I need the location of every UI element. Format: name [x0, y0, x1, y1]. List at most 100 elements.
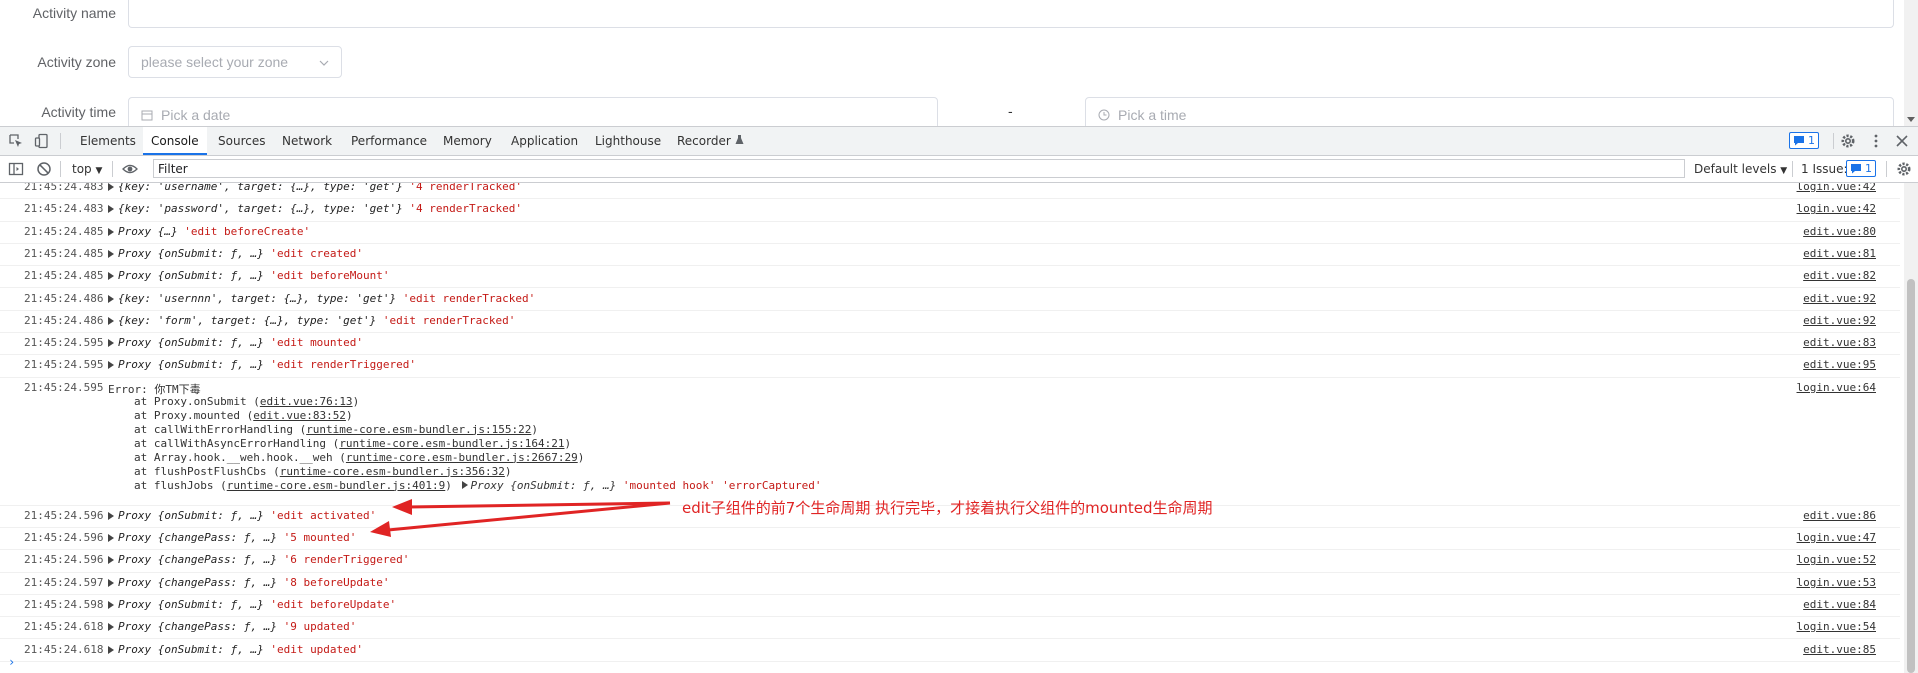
- eye-icon[interactable]: [122, 161, 138, 177]
- log-message[interactable]: Proxy {onSubmit: ƒ, …} 'edit beforeMount…: [108, 269, 390, 282]
- more-options-icon[interactable]: [1868, 133, 1884, 149]
- expand-triangle-icon[interactable]: [108, 249, 114, 258]
- log-message[interactable]: Proxy {onSubmit: ƒ, …} 'edit mounted': [108, 336, 363, 349]
- log-source-link[interactable]: edit.vue:82: [1803, 269, 1876, 282]
- log-object[interactable]: Proxy {onSubmit: ƒ, …}: [118, 643, 264, 656]
- log-object[interactable]: Proxy {onSubmit: ƒ, …}: [118, 247, 264, 260]
- activity-zone-select[interactable]: please select your zone: [128, 46, 342, 78]
- log-source-link[interactable]: edit.vue:95: [1803, 358, 1876, 371]
- log-message[interactable]: Proxy {onSubmit: ƒ, …} 'edit renderTrigg…: [108, 358, 416, 371]
- log-source-link[interactable]: edit.vue:80: [1803, 225, 1876, 238]
- log-object[interactable]: Proxy {onSubmit: ƒ, …}: [118, 336, 264, 349]
- log-message[interactable]: {key: 'usernnn', target: {…}, type: 'get…: [108, 292, 535, 305]
- date-picker-input[interactable]: Pick a date: [128, 97, 938, 126]
- log-levels-dropdown[interactable]: Default levels ▼: [1694, 156, 1787, 182]
- log-message[interactable]: Proxy {onSubmit: ƒ, …} 'edit beforeUpdat…: [108, 598, 396, 611]
- log-message[interactable]: Proxy {changePass: ƒ, …} '5 mounted': [108, 531, 356, 544]
- log-object[interactable]: Proxy {changePass: ƒ, …}: [118, 531, 277, 544]
- expand-triangle-icon[interactable]: [108, 645, 114, 654]
- log-object[interactable]: {key: 'usernnn', target: {…}, type: 'get…: [118, 292, 396, 305]
- log-object[interactable]: Proxy {changePass: ƒ, …}: [118, 576, 277, 589]
- log-message[interactable]: Proxy {onSubmit: ƒ, …} 'edit activated': [108, 509, 376, 522]
- expand-triangle-icon[interactable]: [108, 600, 114, 609]
- expand-triangle-icon[interactable]: [108, 339, 114, 348]
- log-source-link[interactable]: edit.vue:92: [1803, 292, 1876, 305]
- scrollbar-thumb[interactable]: [1907, 279, 1915, 673]
- tab-sources[interactable]: Sources: [218, 127, 265, 155]
- issues-link[interactable]: 1 Issue:: [1801, 156, 1848, 182]
- log-message[interactable]: {key: 'username', target: {…}, type: 'ge…: [108, 183, 522, 193]
- log-object[interactable]: Proxy {onSubmit: ƒ, …}: [118, 598, 264, 611]
- expand-triangle-icon[interactable]: [108, 556, 114, 565]
- tab-console[interactable]: Console: [143, 127, 207, 155]
- log-object[interactable]: Proxy {changePass: ƒ, …}: [118, 620, 277, 633]
- log-message[interactable]: {key: 'form', target: {…}, type: 'get'} …: [108, 314, 515, 327]
- expand-triangle-icon[interactable]: [108, 316, 114, 325]
- expand-triangle-icon[interactable]: [108, 534, 114, 542]
- expand-triangle-icon[interactable]: [108, 511, 114, 520]
- tab-memory[interactable]: Memory: [443, 127, 492, 155]
- expand-triangle-icon[interactable]: [461, 480, 468, 489]
- log-source-link[interactable]: edit.vue:86: [1803, 509, 1876, 522]
- expand-triangle-icon[interactable]: [108, 294, 114, 303]
- log-object[interactable]: {key: 'password', target: {…}, type: 'ge…: [118, 202, 403, 215]
- stack-frame-link[interactable]: runtime-core.esm-bundler.js:356:32: [280, 465, 505, 478]
- log-message[interactable]: Proxy {changePass: ƒ, …} '6 renderTrigge…: [108, 553, 409, 566]
- log-object[interactable]: Proxy {…}: [118, 225, 178, 238]
- log-message[interactable]: Proxy {…} 'edit beforeCreate': [108, 225, 310, 238]
- issues-badge[interactable]: 1: [1846, 160, 1876, 177]
- log-source-link[interactable]: login.vue:64: [1797, 381, 1876, 394]
- tab-performance[interactable]: Performance: [351, 127, 427, 155]
- log-source-link[interactable]: edit.vue:81: [1803, 247, 1876, 260]
- log-source-link[interactable]: login.vue:42: [1797, 202, 1876, 215]
- stack-frame-link[interactable]: runtime-core.esm-bundler.js:155:22: [306, 423, 531, 436]
- context-selector[interactable]: top ▼: [72, 156, 102, 182]
- log-source-link[interactable]: edit.vue:92: [1803, 314, 1876, 327]
- inspect-element-icon[interactable]: [8, 133, 24, 149]
- close-icon[interactable]: [1894, 133, 1910, 149]
- log-source-link[interactable]: login.vue:42: [1797, 183, 1876, 193]
- log-source-link[interactable]: login.vue:52: [1797, 553, 1876, 566]
- log-source-link[interactable]: login.vue:47: [1797, 531, 1876, 544]
- log-message[interactable]: Proxy {onSubmit: ƒ, …} 'edit updated': [108, 643, 363, 656]
- console-prompt[interactable]: ›: [8, 655, 15, 669]
- log-object[interactable]: Proxy {onSubmit: ƒ, …}: [118, 509, 264, 522]
- log-source-link[interactable]: edit.vue:83: [1803, 336, 1876, 349]
- clear-console-icon[interactable]: [36, 161, 52, 177]
- stack-frame-link[interactable]: runtime-core.esm-bundler.js:164:21: [339, 437, 564, 450]
- expand-triangle-icon[interactable]: [108, 578, 114, 587]
- log-object[interactable]: {key: 'form', target: {…}, type: 'get'}: [118, 314, 376, 327]
- sidebar-toggle-icon[interactable]: [8, 161, 24, 177]
- log-source-link[interactable]: edit.vue:85: [1803, 643, 1876, 656]
- device-toolbar-icon[interactable]: [34, 133, 50, 149]
- page-scrollbar[interactable]: [1904, 0, 1918, 126]
- log-object[interactable]: Proxy {changePass: ƒ, …}: [118, 553, 277, 566]
- tab-recorder[interactable]: Recorder: [677, 127, 744, 155]
- messages-badge[interactable]: 1: [1789, 132, 1819, 149]
- stack-frame-link[interactable]: edit.vue:83:52: [253, 409, 346, 422]
- log-object[interactable]: {key: 'username', target: {…}, type: 'ge…: [118, 183, 403, 193]
- tab-elements[interactable]: Elements: [80, 127, 136, 155]
- log-object[interactable]: Proxy {onSubmit: ƒ, …}: [118, 269, 264, 282]
- gear-icon[interactable]: [1840, 133, 1856, 149]
- tab-network[interactable]: Network: [282, 127, 332, 155]
- tab-lighthouse[interactable]: Lighthouse: [595, 127, 661, 155]
- log-source-link[interactable]: edit.vue:84: [1803, 598, 1876, 611]
- time-picker-input[interactable]: Pick a time: [1085, 97, 1894, 126]
- expand-triangle-icon[interactable]: [108, 205, 114, 214]
- log-message[interactable]: Proxy {changePass: ƒ, …} '8 beforeUpdate…: [108, 576, 390, 589]
- expand-triangle-icon[interactable]: [108, 361, 114, 370]
- log-message[interactable]: Proxy {changePass: ƒ, …} '9 updated': [108, 620, 356, 633]
- activity-name-input[interactable]: [128, 0, 1894, 28]
- console-settings-gear-icon[interactable]: [1896, 161, 1912, 177]
- log-source-link[interactable]: login.vue:53: [1797, 576, 1876, 589]
- scroll-down-arrow-icon[interactable]: [1907, 117, 1915, 122]
- stack-frame-link[interactable]: edit.vue:76:13: [260, 395, 353, 408]
- expand-triangle-icon[interactable]: [108, 272, 114, 281]
- stack-frame-link[interactable]: runtime-core.esm-bundler.js:2667:29: [346, 451, 578, 464]
- log-object[interactable]: Proxy {onSubmit: ƒ, …}: [471, 479, 617, 492]
- log-object[interactable]: Proxy {onSubmit: ƒ, …}: [118, 358, 264, 371]
- tab-application[interactable]: Application: [511, 127, 578, 155]
- log-message[interactable]: {key: 'password', target: {…}, type: 'ge…: [108, 202, 522, 215]
- log-message[interactable]: Proxy {onSubmit: ƒ, …} 'edit created': [108, 247, 363, 260]
